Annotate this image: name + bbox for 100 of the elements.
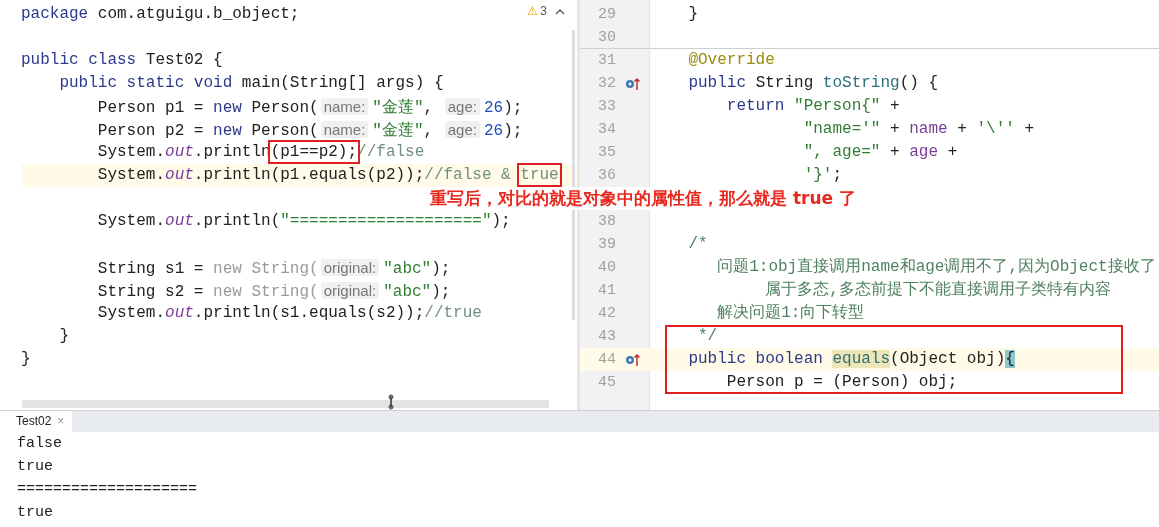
- code-token: package: [21, 5, 90, 23]
- code-token: }: [21, 350, 31, 368]
- code-token: ;: [832, 166, 843, 184]
- code-token: @Override: [687, 51, 775, 69]
- code-token: +: [946, 143, 958, 161]
- code-token: Test02 {: [145, 51, 223, 69]
- chevron-up-icon[interactable]: [555, 8, 565, 16]
- code-token: new String(: [213, 283, 319, 301]
- code-token: Person p2 =: [96, 122, 205, 140]
- line-number: 45: [597, 373, 616, 393]
- code-token: () {: [899, 74, 939, 92]
- console-output: true: [17, 503, 54, 523]
- code-token: Person p = (Person) obj;: [725, 373, 958, 391]
- code-token: +: [889, 97, 900, 115]
- code-token: 26: [483, 99, 504, 117]
- code-token: .println: [193, 143, 271, 161]
- code-token: main(String[] args) {: [241, 74, 444, 92]
- code-token: );: [491, 212, 511, 230]
- line-number: 36: [597, 166, 616, 186]
- line-number: 39: [597, 235, 616, 255]
- code-token: out: [165, 304, 194, 322]
- code-token: com.atguigu.b_object;: [97, 5, 300, 23]
- resize-cursor-icon: [387, 394, 395, 410]
- code-token: //false &: [424, 166, 512, 184]
- code-token: 26: [483, 122, 504, 140]
- code-token: .println(s1.equals(s2));: [193, 304, 425, 322]
- line-number: 44: [597, 350, 616, 370]
- code-token: out: [165, 212, 194, 230]
- code-token: equals: [832, 350, 891, 368]
- code-token: }: [687, 5, 698, 23]
- line-number: 35: [597, 143, 616, 163]
- parameter-hint: name:: [320, 121, 369, 138]
- code-token: System.: [96, 212, 166, 230]
- code-token: (Object obj): [890, 350, 1006, 368]
- console-tab[interactable]: Test02 ×: [0, 411, 73, 432]
- horizontal-scrollbar[interactable]: [22, 400, 549, 408]
- code-token: +: [1023, 120, 1035, 138]
- code-token: String s2 =: [96, 283, 205, 301]
- code-token: "abc": [383, 283, 432, 301]
- code-token: 属于多态,多态前提下不能直接调用子类特有内容: [764, 281, 1111, 299]
- parameter-hint: name:: [320, 98, 369, 115]
- line-number: 40: [597, 258, 616, 278]
- code-token: age: [909, 143, 939, 161]
- code-token: "Person{": [794, 97, 881, 115]
- line-number: 43: [597, 327, 616, 347]
- code-token: (p1==p2);: [270, 143, 358, 161]
- code-token: }: [58, 327, 69, 345]
- code-token: +: [889, 120, 901, 138]
- code-token: "金莲": [372, 99, 424, 117]
- code-token: {: [1005, 350, 1015, 368]
- line-number: 42: [597, 304, 616, 324]
- code-token: public static void: [58, 74, 234, 92]
- code-token: /*: [687, 235, 708, 253]
- code-token: true: [520, 166, 559, 184]
- override-icon[interactable]: [625, 76, 641, 91]
- code-token: */: [697, 327, 718, 345]
- code-token: );: [431, 283, 451, 301]
- code-token: );: [503, 122, 523, 140]
- code-token: +: [956, 120, 968, 138]
- code-token: out: [165, 166, 194, 184]
- code-token: return: [725, 97, 786, 115]
- code-token: .println(: [193, 212, 281, 230]
- code-token: System.: [96, 304, 166, 322]
- code-token: name: [909, 120, 948, 138]
- warning-indicator[interactable]: ⚠ 3: [527, 4, 547, 18]
- code-token: '\'': [976, 120, 1015, 138]
- code-token: public boolean: [687, 350, 824, 368]
- line-number: 32: [597, 74, 616, 94]
- code-token: //true: [424, 304, 482, 322]
- code-token: String: [755, 74, 815, 92]
- override-icon[interactable]: [625, 352, 641, 367]
- line-number: 34: [597, 120, 616, 140]
- line-number: 30: [597, 28, 616, 48]
- console-output: true: [17, 457, 54, 477]
- code-token: Person(: [251, 99, 319, 117]
- code-token: +: [889, 143, 901, 161]
- code-token: '}': [802, 166, 833, 184]
- code-token: .println(p1.equals(p2));: [193, 166, 425, 184]
- line-number: 33: [597, 97, 616, 117]
- annotation-text: 重写后，对比的就是对象中的属性值，那么就是 true 了: [430, 187, 856, 210]
- code-token: String s1 =: [96, 260, 205, 278]
- line-number: 29: [597, 5, 616, 25]
- code-token: Person p1 =: [96, 99, 205, 117]
- code-token: toString: [822, 74, 900, 92]
- code-token: ", age=": [802, 143, 881, 161]
- code-token: public: [687, 74, 747, 92]
- parameter-hint: original:: [320, 259, 380, 276]
- parameter-hint: age:: [444, 121, 480, 138]
- code-token: "金莲": [372, 122, 424, 140]
- code-token: );: [431, 260, 451, 278]
- code-token: "name='": [802, 120, 881, 138]
- console-output: false: [17, 434, 63, 454]
- code-token: out: [165, 143, 194, 161]
- code-token: ,: [423, 99, 435, 117]
- code-token: Person(: [251, 122, 319, 140]
- code-token: );: [503, 99, 523, 117]
- line-number: 31: [597, 51, 616, 71]
- code-token: ,: [423, 122, 435, 140]
- code-token: new String(: [213, 260, 319, 278]
- code-token: "abc": [383, 260, 432, 278]
